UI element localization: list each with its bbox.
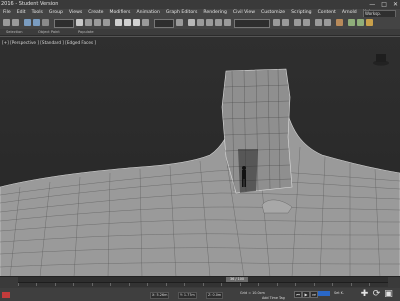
maxscript-listener-icon[interactable] xyxy=(2,292,10,298)
go-to-end-button[interactable]: ⏭ xyxy=(310,291,318,298)
pivot-icon[interactable] xyxy=(176,19,183,26)
menu-civil-view[interactable]: Civil View xyxy=(230,9,258,17)
play-button[interactable]: ▶ xyxy=(302,291,310,298)
menu-views[interactable]: Views xyxy=(66,9,85,17)
grid-readout: Grid = 10.0cm xyxy=(240,291,265,295)
layer-explorer-icon[interactable] xyxy=(303,19,310,26)
curve-editor-icon[interactable] xyxy=(315,19,322,26)
coord-z-field[interactable]: Z: 0.0m xyxy=(206,292,224,299)
menu-graph-editors[interactable]: Graph Editors xyxy=(163,9,201,17)
menu-customize[interactable]: Customize xyxy=(258,9,288,17)
auto-key-button[interactable] xyxy=(318,291,330,296)
menu-bar: File Edit Tools Group Views Create Modif… xyxy=(0,9,400,17)
material-editor-icon[interactable] xyxy=(336,19,343,26)
window-title: 2016 - Student Version xyxy=(1,1,59,7)
close-button[interactable]: ✕ xyxy=(393,0,398,9)
ribbon-populate-label[interactable]: Populate xyxy=(78,29,94,35)
bind-spacewarp-icon[interactable] xyxy=(42,19,49,26)
bottom-panel: 36 / 100 X: 5.26m Y: 1.77m Z: 0.0m Grid … xyxy=(0,276,400,301)
unlink-icon[interactable] xyxy=(33,19,40,26)
maximize-viewport-icon[interactable]: ▣ xyxy=(384,290,393,299)
go-to-start-button[interactable]: ⏮ xyxy=(294,291,302,298)
viewport-label[interactable]: [+] [Perspective ] [Standard ] [Edged Fa… xyxy=(2,40,96,45)
snap-toggle-icon[interactable] xyxy=(188,19,195,26)
menu-scripting[interactable]: Scripting xyxy=(288,9,314,17)
menu-file[interactable]: File xyxy=(0,9,14,17)
create-selection-set-dropdown[interactable] xyxy=(234,19,270,28)
angle-snap-icon[interactable] xyxy=(197,19,204,26)
rotate-icon[interactable] xyxy=(124,19,131,26)
add-time-tag[interactable]: Add Time Tag xyxy=(262,296,285,300)
wireframe-scene xyxy=(0,37,400,277)
ribbon-object-paint-label[interactable]: Object Paint xyxy=(38,29,60,35)
menu-create[interactable]: Create xyxy=(85,9,106,17)
align-icon[interactable] xyxy=(282,19,289,26)
track-bar[interactable] xyxy=(18,283,388,287)
render-setup-icon[interactable] xyxy=(348,19,355,26)
minimize-button[interactable]: — xyxy=(369,0,375,9)
undo-icon[interactable] xyxy=(3,19,10,26)
coord-x-field[interactable]: X: 5.26m xyxy=(150,292,170,299)
render-frame-icon[interactable] xyxy=(357,19,364,26)
menu-rendering[interactable]: Rendering xyxy=(200,9,229,17)
time-slider-knob[interactable]: 36 / 100 xyxy=(226,277,248,282)
window-controls: — □ ✕ xyxy=(369,0,398,9)
maximize-button[interactable]: □ xyxy=(381,0,387,9)
set-key-label[interactable]: Set K. xyxy=(334,291,344,295)
scene-explorer-icon[interactable] xyxy=(294,19,301,26)
move-icon[interactable] xyxy=(115,19,122,26)
menu-group[interactable]: Group xyxy=(46,9,66,17)
orbit-icon[interactable]: ⟳ xyxy=(372,290,381,299)
menu-edit[interactable]: Edit xyxy=(14,9,29,17)
menu-tools[interactable]: Tools xyxy=(29,9,46,17)
menu-arnold[interactable]: Arnold xyxy=(339,9,360,17)
rectangle-selection-icon[interactable] xyxy=(94,19,101,26)
reference-coordinate-dropdown[interactable] xyxy=(154,19,174,28)
pan-icon[interactable]: ✚ xyxy=(360,290,369,299)
status-bar: X: 5.26m Y: 1.77m Z: 0.0m Grid = 10.0cm … xyxy=(0,288,400,301)
edit-named-selection-icon[interactable] xyxy=(224,19,231,26)
select-by-name-icon[interactable] xyxy=(85,19,92,26)
menu-animation[interactable]: Animation xyxy=(133,9,162,17)
scale-icon[interactable] xyxy=(133,19,140,26)
percent-snap-icon[interactable] xyxy=(206,19,213,26)
link-icon[interactable] xyxy=(24,19,31,26)
selection-filter-dropdown[interactable] xyxy=(54,19,74,28)
schematic-view-icon[interactable] xyxy=(324,19,331,26)
menu-modifiers[interactable]: Modifiers xyxy=(106,9,133,17)
menu-content[interactable]: Content xyxy=(315,9,339,17)
ribbon-selection-label[interactable]: Selection xyxy=(6,29,23,35)
placement-icon[interactable] xyxy=(142,19,149,26)
redo-icon[interactable] xyxy=(12,19,19,26)
coord-y-field[interactable]: Y: 1.77m xyxy=(178,292,197,299)
spinner-snap-icon[interactable] xyxy=(215,19,222,26)
ribbon-labels: Selection Object Paint Populate xyxy=(0,29,400,35)
perspective-viewport[interactable]: [+] [Perspective ] [Standard ] [Edged Fa… xyxy=(0,36,400,277)
mirror-icon[interactable] xyxy=(273,19,280,26)
window-crossing-icon[interactable] xyxy=(103,19,110,26)
select-object-icon[interactable] xyxy=(76,19,83,26)
render-icon[interactable] xyxy=(366,19,373,26)
